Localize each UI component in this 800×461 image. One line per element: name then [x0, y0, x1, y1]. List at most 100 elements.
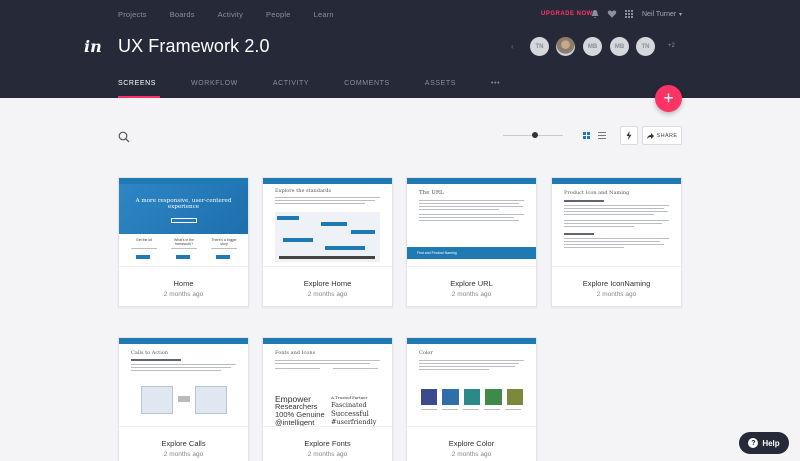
zoom-slider-handle[interactable] — [532, 132, 538, 138]
screen-thumbnail[interactable]: A more responsive, user-centered experie… — [119, 178, 248, 267]
thumb-text-line — [463, 409, 479, 410]
screen-date: 2 months ago — [451, 451, 492, 458]
screen-card-home[interactable]: A more responsive, user-centered experie… — [118, 177, 249, 307]
screen-date: 2 months ago — [451, 291, 492, 298]
thumb-header-bar — [407, 178, 536, 184]
thumb-text-line — [419, 206, 523, 207]
thumb-col-button — [136, 255, 150, 259]
thumb-diagram-bar — [279, 256, 375, 259]
thumb-text-line — [564, 208, 664, 209]
thumb-text-line — [275, 200, 375, 201]
topnav-activity[interactable]: Activity — [218, 10, 243, 19]
tab-assets[interactable]: ASSETS — [425, 80, 456, 98]
screen-thumbnail[interactable]: The URL Find and Product Naming — [407, 178, 536, 267]
thumb-text-line — [505, 409, 521, 410]
thumb-col-3-title: There's a bigger story — [211, 238, 237, 246]
thumb-text-line — [275, 197, 380, 198]
chevron-down-icon[interactable]: ▾ — [679, 11, 682, 18]
tab-comments[interactable]: COMMENTS — [344, 80, 390, 98]
screen-thumbnail[interactable]: Color — [407, 338, 536, 427]
app-header: Projects Boards Activity People Learn UP… — [0, 0, 800, 98]
screen-name: Explore URL — [450, 279, 493, 288]
thumb-text-line — [275, 360, 380, 361]
screen-date: 2 months ago — [307, 451, 348, 458]
apps-grid-icon[interactable] — [624, 9, 634, 19]
thumb-subheading-line — [564, 200, 604, 202]
avatar[interactable]: MB — [610, 37, 629, 56]
thumb-text-line — [564, 214, 654, 215]
bell-icon[interactable] — [590, 9, 600, 19]
tab-screens[interactable]: SCREENS — [118, 80, 161, 98]
lightning-button[interactable] — [620, 126, 638, 145]
screen-card-explore-iconnaming[interactable]: Product Icon and Naming Explore IconNami… — [551, 177, 682, 307]
share-arrow-icon — [646, 132, 654, 139]
upgrade-now-link[interactable]: UPGRADE NOW — [541, 11, 593, 17]
thumb-heading: Explore the standards — [275, 188, 332, 194]
thumb-heading: Fonts and Icons — [275, 350, 316, 356]
thumb-heading: The URL — [419, 190, 444, 196]
list-view-icon[interactable] — [598, 132, 606, 139]
project-title: UX Framework 2.0 — [118, 36, 270, 56]
thumb-col-button — [176, 255, 190, 259]
avatar[interactable]: TN — [636, 37, 655, 56]
screen-thumbnail[interactable]: Product Icon and Naming — [552, 178, 681, 267]
thumb-text-line — [564, 238, 669, 239]
thumb-text-line — [131, 364, 236, 365]
thumb-text-line — [419, 360, 524, 361]
tab-activity[interactable]: ACTIVITY — [273, 80, 309, 98]
screen-name: Home — [173, 279, 194, 288]
avatar[interactable]: MB — [583, 37, 602, 56]
share-button[interactable]: SHARE — [642, 126, 682, 145]
screen-name: Explore Fonts — [304, 439, 351, 448]
tab-more[interactable]: ••• — [491, 80, 500, 98]
avatar[interactable]: TN — [530, 37, 549, 56]
help-button[interactable]: ? Help — [739, 432, 789, 454]
grid-view-icon[interactable] — [583, 132, 590, 139]
thumb-header-bar — [552, 178, 681, 184]
avatar-photo[interactable] — [556, 37, 575, 56]
thumb-diagram-box — [283, 238, 313, 242]
tab-workflow[interactable]: WORKFLOW — [191, 80, 238, 98]
thumb-text-line — [564, 223, 662, 224]
thumb-text-line — [419, 203, 519, 204]
thumb-header-bar — [263, 338, 392, 344]
thumb-text-line — [419, 369, 489, 370]
thumb-diagram-box — [351, 230, 375, 234]
add-screen-button[interactable]: + — [655, 85, 682, 112]
user-name[interactable]: Neil Turner — [642, 11, 676, 18]
lightning-icon — [626, 131, 632, 140]
thumb-text-line — [131, 367, 231, 368]
topnav-learn[interactable]: Learn — [314, 10, 334, 19]
thumb-text-line — [333, 368, 378, 369]
more-collaborators-count[interactable]: +2 — [668, 43, 675, 49]
screen-thumbnail[interactable]: Fonts and Icons Empower Researchers 100%… — [263, 338, 392, 427]
thumb-header-bar — [119, 338, 248, 344]
topnav-boards[interactable]: Boards — [170, 10, 195, 19]
screen-card-explore-fonts[interactable]: Fonts and Icons Empower Researchers 100%… — [262, 337, 393, 461]
heart-icon[interactable] — [607, 9, 617, 19]
thumb-hero-button — [171, 218, 197, 223]
screen-card-explore-url[interactable]: The URL Find and Product Naming Explore … — [406, 177, 537, 307]
project-tabs: SCREENS WORKFLOW ACTIVITY COMMENTS ASSET… — [118, 80, 535, 98]
thumb-text-line — [419, 209, 499, 210]
thumb-text-line — [564, 220, 669, 221]
thumb-text-line — [564, 244, 664, 245]
screen-card-explore-calls[interactable]: Calls to Action Explore Calls 2 months a… — [118, 337, 249, 461]
search-icon[interactable] — [118, 131, 130, 143]
screen-card-explore-home[interactable]: Explore the standards Explore Home 2 mon… — [262, 177, 393, 307]
thumb-heading: Calls to Action — [131, 350, 169, 356]
thumb-heading: Color — [419, 350, 433, 356]
screen-card-explore-color[interactable]: Color Explore Color 2 months ago — [406, 337, 537, 461]
thumb-heading: Product Icon and Naming — [564, 190, 630, 196]
thumb-font-sample: Fascinated — [331, 401, 367, 409]
screen-thumbnail[interactable]: Explore the standards — [263, 178, 392, 267]
thumb-font-sample: A Trusted Partner — [331, 395, 368, 400]
chevron-left-icon[interactable]: ‹ — [511, 42, 514, 51]
screen-name: Explore Home — [303, 279, 352, 288]
invision-logo[interactable]: in — [84, 37, 102, 56]
thumb-text-line — [131, 248, 157, 249]
thumb-text-line — [419, 363, 519, 364]
screen-thumbnail[interactable]: Calls to Action — [119, 338, 248, 427]
topnav-people[interactable]: People — [266, 10, 291, 19]
topnav-projects[interactable]: Projects — [118, 10, 147, 19]
